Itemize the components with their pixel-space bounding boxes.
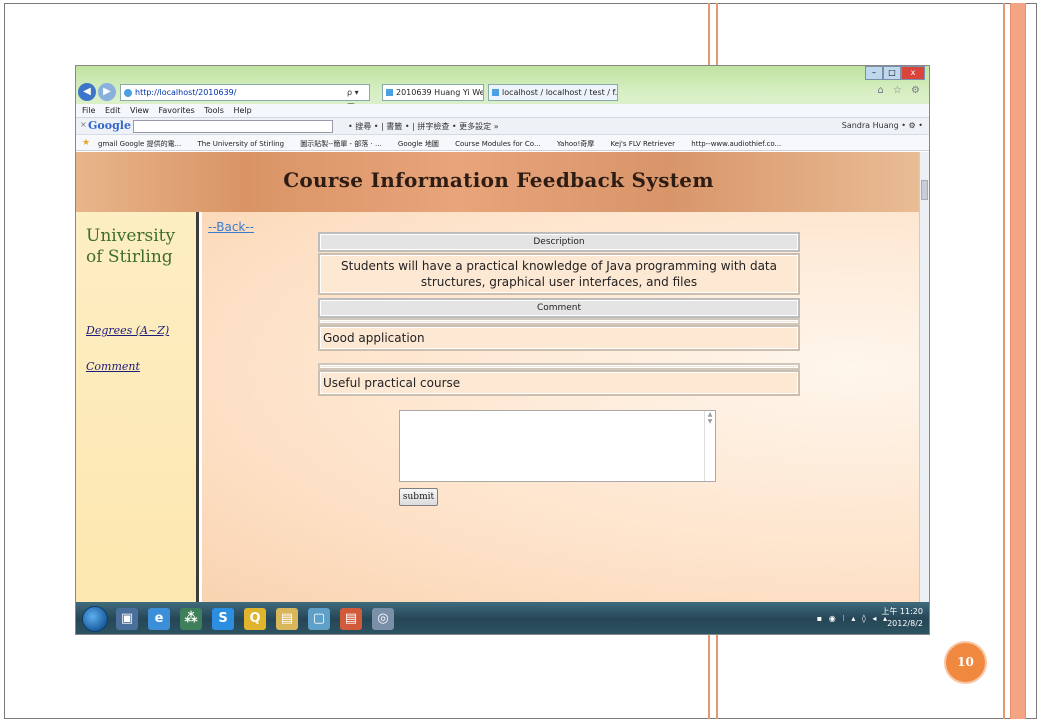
address-url: http://localhost/2010639/ xyxy=(135,88,237,97)
slide-page-number: 10 xyxy=(944,641,987,684)
comment-textarea[interactable]: ▲ ▼ xyxy=(399,410,716,482)
folder-icon[interactable]: ▣ xyxy=(116,608,138,630)
university-name: University of Stirling xyxy=(86,226,176,267)
menu-tools[interactable]: Tools xyxy=(204,106,224,115)
menu-bar: File Edit View Favorites Tools Help xyxy=(76,104,929,117)
minimize-button[interactable]: – xyxy=(865,66,883,80)
menu-favorites[interactable]: Favorites xyxy=(159,106,195,115)
google-logo: Google xyxy=(88,119,131,132)
page-banner: Course Information Feedback System xyxy=(76,152,921,212)
page-icon xyxy=(124,89,132,97)
toolbar-close-icon[interactable]: × xyxy=(80,120,87,129)
tab-label: 2010639 Huang Yi Wei xyxy=(396,88,484,97)
banner-title: Course Information Feedback System xyxy=(283,168,714,192)
address-bar[interactable]: http://localhost/2010639/ ρ ▾ 図 C ✕ xyxy=(120,84,370,127)
browser-screenshot: ◀ ▶ http://localhost/2010639/ ρ ▾ 図 C ✕ … xyxy=(75,65,930,635)
tab-page-icon xyxy=(386,89,393,96)
powerpoint-icon[interactable]: ▤ xyxy=(340,608,362,630)
norton-icon[interactable]: Q xyxy=(244,608,266,630)
favorite-link[interactable]: Course Modules for Co... xyxy=(455,140,541,148)
table-spacer xyxy=(318,318,800,325)
home-favorites-tools-icons[interactable]: ⌂ ☆ ⚙ xyxy=(877,85,923,96)
clock[interactable]: 上午 11:20 2012/8/2 xyxy=(881,606,923,630)
google-toolbar-tools[interactable]: • 搜尋 • | 書籤 • | 拼字檢查 • 更多設定 » xyxy=(348,121,499,132)
textarea-scrollbar[interactable]: ▲ ▼ xyxy=(704,411,715,481)
favorite-link[interactable]: Google 地圖 xyxy=(398,140,439,148)
menu-file[interactable]: File xyxy=(82,106,95,115)
comment-row: Good application xyxy=(318,325,800,351)
explorer-icon[interactable]: ▤ xyxy=(276,608,298,630)
tab-huang-yi-wei[interactable]: 2010639 Huang Yi Wei × xyxy=(382,84,484,101)
maximize-button[interactable]: □ xyxy=(883,66,901,80)
comment-row: Useful practical course xyxy=(318,370,800,396)
network-icon[interactable]: ⁂ xyxy=(180,608,202,630)
menu-help[interactable]: Help xyxy=(233,106,251,115)
google-search-input[interactable] xyxy=(133,120,333,133)
box-icon[interactable]: ▢ xyxy=(308,608,330,630)
favorite-link[interactable]: gmail Google 提供的電... xyxy=(98,140,181,148)
close-button[interactable]: x xyxy=(901,66,925,80)
clock-date: 2012/8/2 xyxy=(887,619,923,628)
page-scrollbar[interactable] xyxy=(919,152,929,602)
favorites-bar: ★ gmail Google 提供的電... The University of… xyxy=(76,134,929,151)
comment-link[interactable]: Comment xyxy=(86,360,140,373)
google-user-menu[interactable]: Sandra Huang • ⚙ • xyxy=(842,121,923,130)
window-controls: – □ x xyxy=(865,66,925,80)
main-content: --Back-- Description Students will have … xyxy=(202,212,921,602)
favorite-link[interactable]: Kej's FLV Retriever xyxy=(611,140,676,148)
menu-edit[interactable]: Edit xyxy=(105,106,121,115)
submit-button[interactable]: submit xyxy=(399,488,438,506)
favorite-link[interactable]: Yahoo!奇摩 xyxy=(557,140,594,148)
forward-arrow-icon[interactable]: ▶ xyxy=(98,83,116,101)
favorites-star-icon[interactable]: ★ xyxy=(82,138,90,148)
favorite-link[interactable]: 圖示貼製--簡單 - 部落 · ... xyxy=(300,140,381,148)
decorative-bar xyxy=(1010,3,1026,719)
back-link[interactable]: --Back-- xyxy=(208,220,254,234)
web-page: Course Information Feedback System Unive… xyxy=(76,152,921,602)
decorative-line xyxy=(1003,3,1005,719)
windows-taskbar: ▣ e ⁂ S Q ▤ ▢ ▤ ◎ ▪ ◉ ⁝ ▴ ◊ ◂ ▴ 上午 11:20… xyxy=(76,602,929,634)
internet-explorer-icon[interactable]: e xyxy=(148,608,170,630)
degrees-link[interactable]: Degrees (A~Z) xyxy=(86,324,169,337)
description-text: Students will have a practical knowledge… xyxy=(318,253,800,295)
tab-label: localhost / localhost / test / f... xyxy=(502,88,618,97)
comment-header: Comment xyxy=(318,298,800,318)
description-header: Description xyxy=(318,232,800,252)
tab-page-icon xyxy=(492,89,499,96)
clock-time: 上午 11:20 xyxy=(881,607,923,616)
favorite-link[interactable]: The University of Stirling xyxy=(198,140,285,148)
scroll-thumb[interactable] xyxy=(921,180,928,200)
menu-view[interactable]: View xyxy=(130,106,149,115)
skype-icon[interactable]: S xyxy=(212,608,234,630)
sidebar: University of Stirling Degrees (A~Z) Com… xyxy=(76,212,199,602)
favorite-link[interactable]: http--www.audiothief.co... xyxy=(691,140,781,148)
table-spacer xyxy=(318,363,800,370)
google-toolbar: × Google • 搜尋 • | 書籤 • | 拼字檢查 • 更多設定 » S… xyxy=(76,117,929,134)
system-tray[interactable]: ▪ ◉ ⁝ ▴ ◊ ◂ ▴ xyxy=(817,614,889,623)
tab-localhost[interactable]: localhost / localhost / test / f... xyxy=(488,84,618,101)
start-button-icon[interactable] xyxy=(82,606,108,632)
media-icon[interactable]: ◎ xyxy=(372,608,394,630)
back-arrow-icon[interactable]: ◀ xyxy=(78,83,96,101)
